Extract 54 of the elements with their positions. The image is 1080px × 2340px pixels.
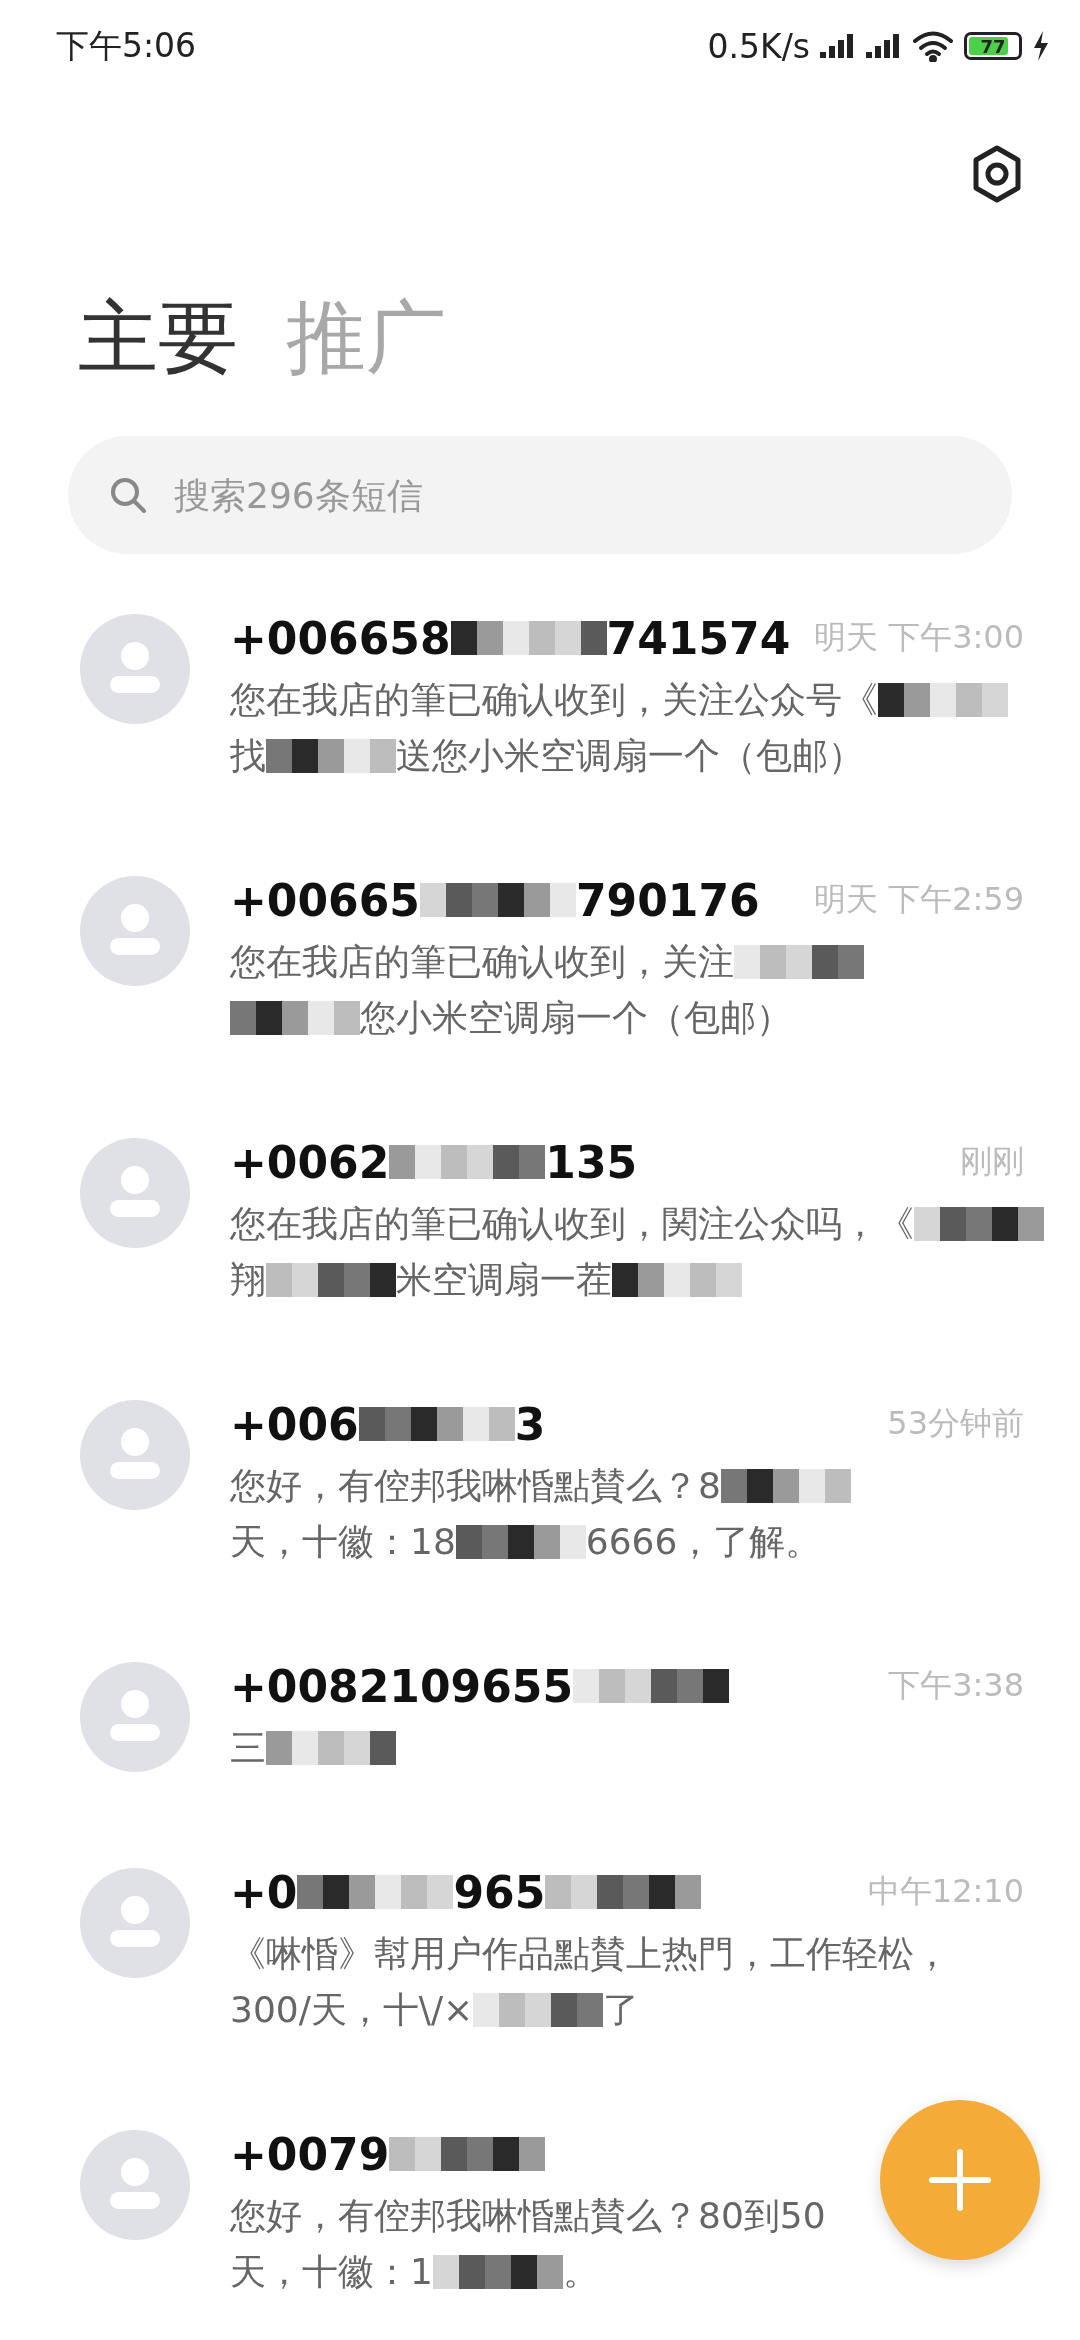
- message-preview: 天，十徽：1: [230, 2249, 433, 2294]
- search-icon: [108, 475, 148, 515]
- message-preview: 了: [603, 1987, 640, 2032]
- message-preview: 您在我店的筆已确认收到，关注公众号《: [230, 677, 878, 722]
- avatar-icon: [80, 1868, 190, 1978]
- network-speed: 0.5K/s: [707, 26, 810, 66]
- message-preview: 送您小米空调扇一个（包邮）: [396, 733, 864, 778]
- avatar-icon: [80, 614, 190, 724]
- contact-number: +0082109655: [230, 1660, 574, 1712]
- message-time: 明天 下午3:00: [813, 617, 1024, 658]
- contact-number: +006658: [230, 612, 451, 664]
- message-time: 明天 下午2:59: [813, 879, 1024, 920]
- message-preview: 您小米空调扇一个（包邮）: [360, 995, 792, 1040]
- message-preview: 《啉惛》幇用户作品點賛上热門，工作轻松，: [230, 1931, 950, 1976]
- message-preview: 三: [230, 1725, 266, 1770]
- contact-number: +006: [230, 1398, 359, 1450]
- avatar-icon: [80, 1662, 190, 1772]
- signal-icon: [820, 32, 856, 60]
- message-preview: 米空调扇一茬: [396, 1257, 612, 1302]
- contact-number: +0079: [230, 2128, 390, 2180]
- contact-number: 135: [545, 1136, 638, 1188]
- contact-number: 3: [514, 1398, 546, 1450]
- message-preview: 找: [230, 733, 266, 778]
- message-preview: 翔: [230, 1257, 266, 1302]
- wifi-icon: [912, 30, 954, 62]
- message-time: 刚刚: [960, 1141, 1024, 1182]
- contact-number: +0: [230, 1866, 298, 1918]
- message-preview: 您在我店的筆已确认收到，关注: [230, 939, 734, 984]
- message-preview: 。: [562, 2249, 599, 2294]
- contact-number: +0062: [230, 1136, 390, 1188]
- avatar-icon: [80, 876, 190, 986]
- battery-level: 77: [980, 35, 1006, 57]
- message-preview: 6666，了解。: [585, 1519, 822, 1564]
- avatar-icon: [80, 2130, 190, 2240]
- tab[interactable]: 主要: [78, 294, 238, 382]
- message-preview: 天，十徽：18: [230, 1519, 456, 1564]
- message-preview: 您好，有倥邦我啉惛點賛么？8: [230, 1463, 721, 1508]
- status-time: 下午5:06: [56, 24, 197, 67]
- message-preview: 300/天，十\/×: [230, 1987, 474, 2032]
- signal-icon: [866, 32, 902, 60]
- avatar-icon: [80, 1138, 190, 1248]
- contact-number: +00665: [230, 874, 420, 926]
- contact-number: 790176: [575, 874, 760, 926]
- search-field[interactable]: 搜索296条短信: [172, 473, 972, 517]
- search-bar[interactable]: 搜索296条短信: [68, 436, 1012, 554]
- plus-icon: [928, 2148, 992, 2212]
- message-time: 中午12:10: [867, 1871, 1024, 1912]
- message-time: 53分钟前: [887, 1403, 1024, 1444]
- message-preview: 您好，有倥邦我啉惛點賛么？80到50: [230, 2193, 826, 2238]
- contact-number: 741574: [606, 612, 791, 664]
- avatar-icon: [80, 1400, 190, 1510]
- message-time: 下午3:38: [888, 1665, 1024, 1706]
- message-preview: 您在我店的筆已确认收到，関注公众吗，《: [230, 1201, 914, 1246]
- contact-number: 965: [453, 1866, 546, 1918]
